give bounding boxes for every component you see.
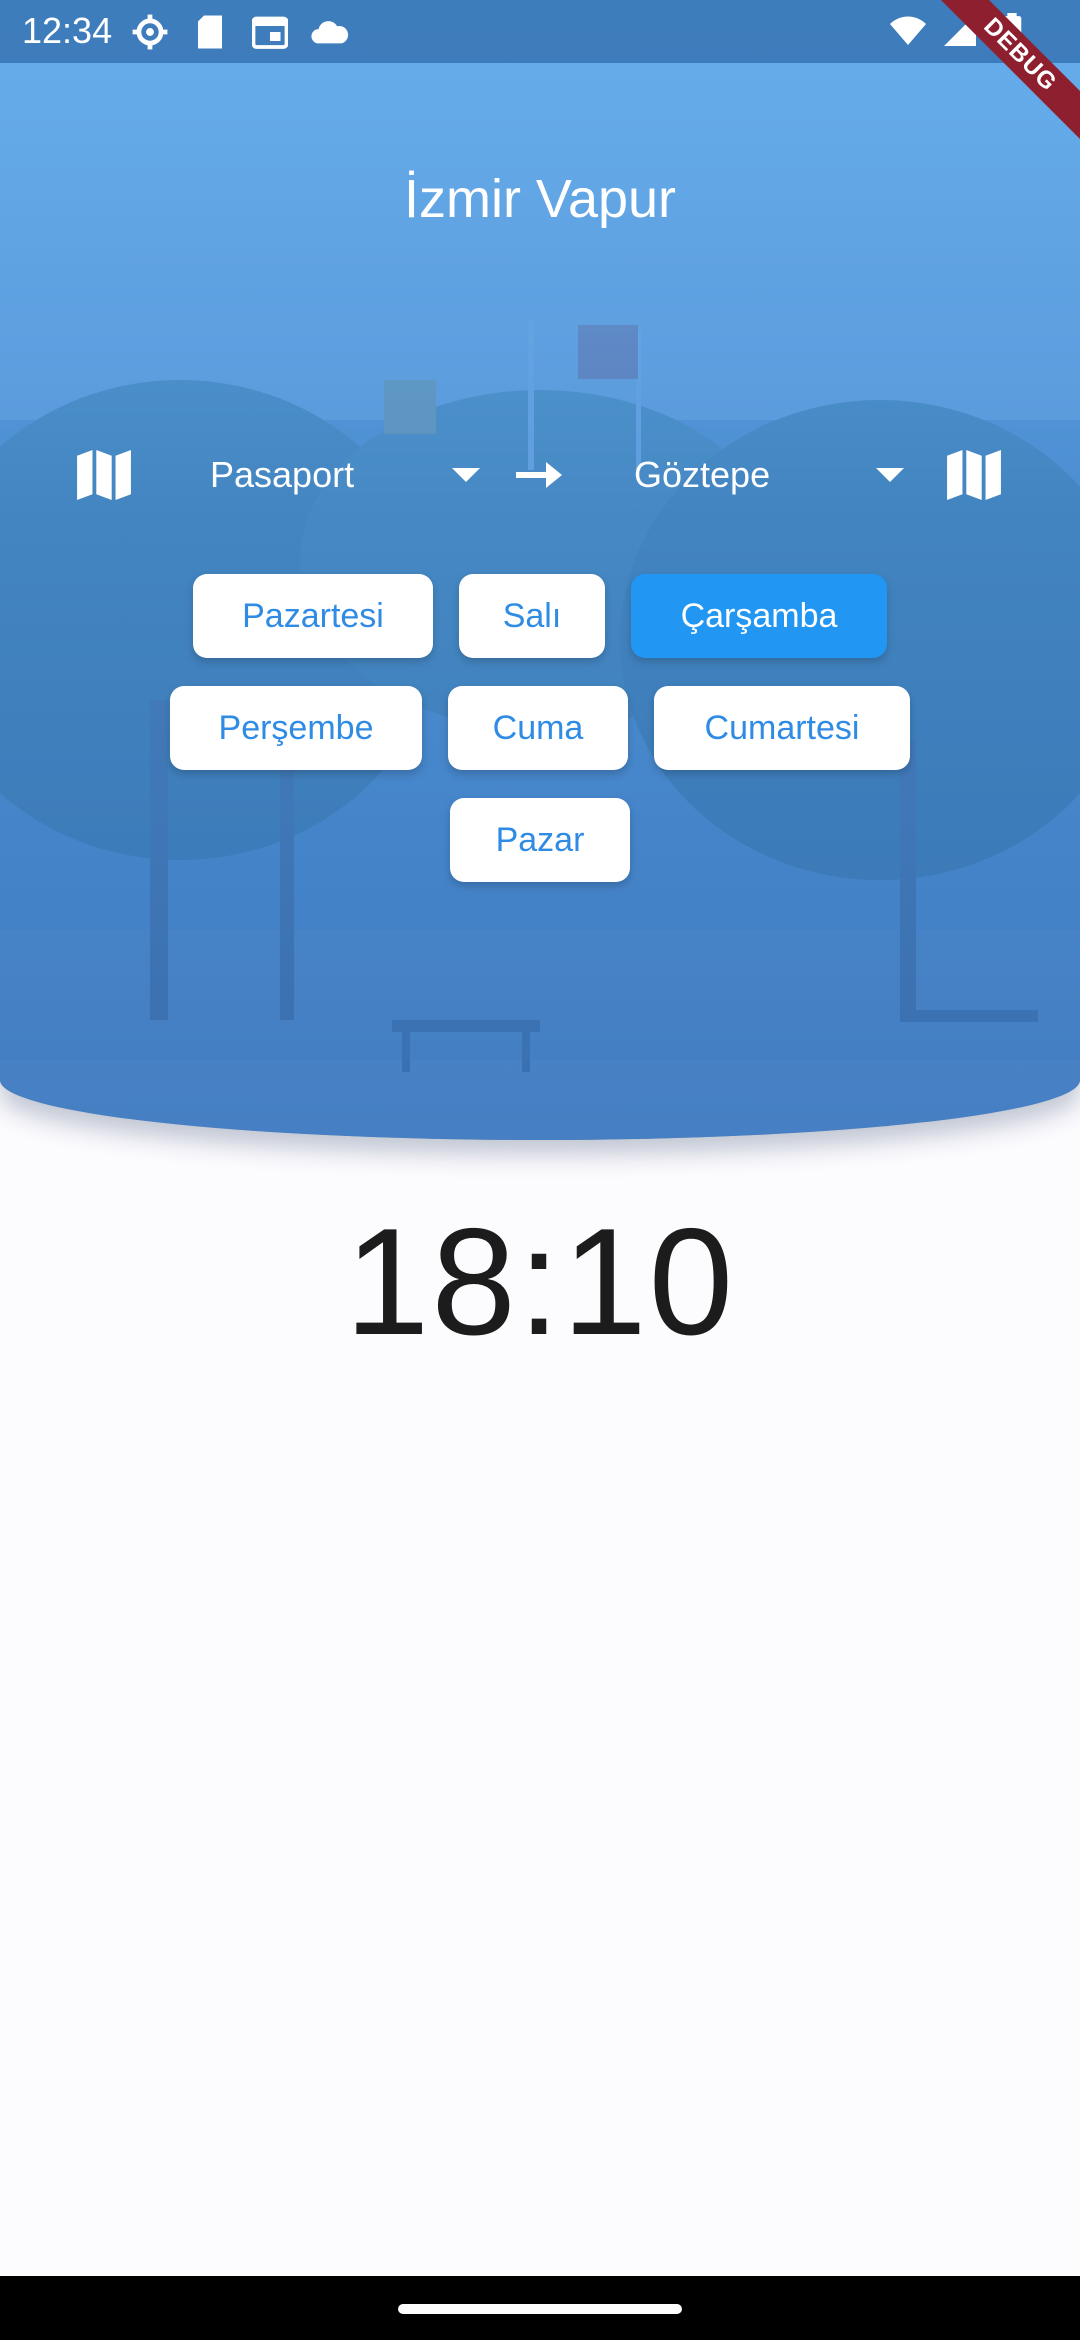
arrow-right-icon bbox=[516, 462, 562, 488]
to-station-dropdown[interactable]: Göztepe bbox=[634, 440, 904, 510]
day-button-persembe[interactable]: Perşembe bbox=[170, 686, 422, 770]
day-button-cuma[interactable]: Cuma bbox=[448, 686, 628, 770]
app-screen: 12:34 DEBUG İzmir Vapur Pasaport Göztepe… bbox=[0, 0, 1080, 2340]
app-title: İzmir Vapur bbox=[403, 169, 677, 229]
wifi-icon bbox=[890, 12, 926, 48]
day-row: Pazar bbox=[0, 798, 1080, 882]
to-station-label: Göztepe bbox=[634, 454, 771, 495]
status-left-icons bbox=[130, 12, 350, 52]
from-station-dropdown[interactable]: Pasaport bbox=[210, 440, 480, 510]
map-icon[interactable] bbox=[76, 450, 132, 500]
day-button-carsamba[interactable]: Çarşamba bbox=[631, 574, 887, 658]
sd-card-icon bbox=[190, 12, 230, 52]
day-selector: Pazartesi Salı Çarşamba Perşembe Cuma Cu… bbox=[0, 574, 1080, 910]
status-bar: 12:34 bbox=[0, 0, 1080, 63]
calendar-icon bbox=[250, 12, 290, 52]
day-button-pazartesi[interactable]: Pazartesi bbox=[193, 574, 433, 658]
day-row: Pazartesi Salı Çarşamba bbox=[0, 574, 1080, 658]
from-station-label: Pasaport bbox=[210, 454, 355, 495]
day-button-cumartesi[interactable]: Cumartesi bbox=[654, 686, 910, 770]
route-selector: Pasaport Göztepe bbox=[0, 440, 1080, 510]
next-departure-time: 18:10 bbox=[344, 1197, 736, 1367]
day-button-pazar[interactable]: Pazar bbox=[450, 798, 630, 882]
system-nav-bar bbox=[0, 2276, 1080, 2340]
day-row: Perşembe Cuma Cumartesi bbox=[0, 686, 1080, 770]
day-button-sali[interactable]: Salı bbox=[459, 574, 605, 658]
home-indicator[interactable] bbox=[398, 2304, 682, 2314]
chevron-down-icon bbox=[452, 468, 480, 482]
settings-icon bbox=[130, 12, 170, 52]
chevron-down-icon bbox=[876, 468, 904, 482]
map-icon[interactable] bbox=[946, 450, 1002, 500]
status-time: 12:34 bbox=[22, 10, 113, 51]
cloud-icon bbox=[310, 12, 350, 52]
